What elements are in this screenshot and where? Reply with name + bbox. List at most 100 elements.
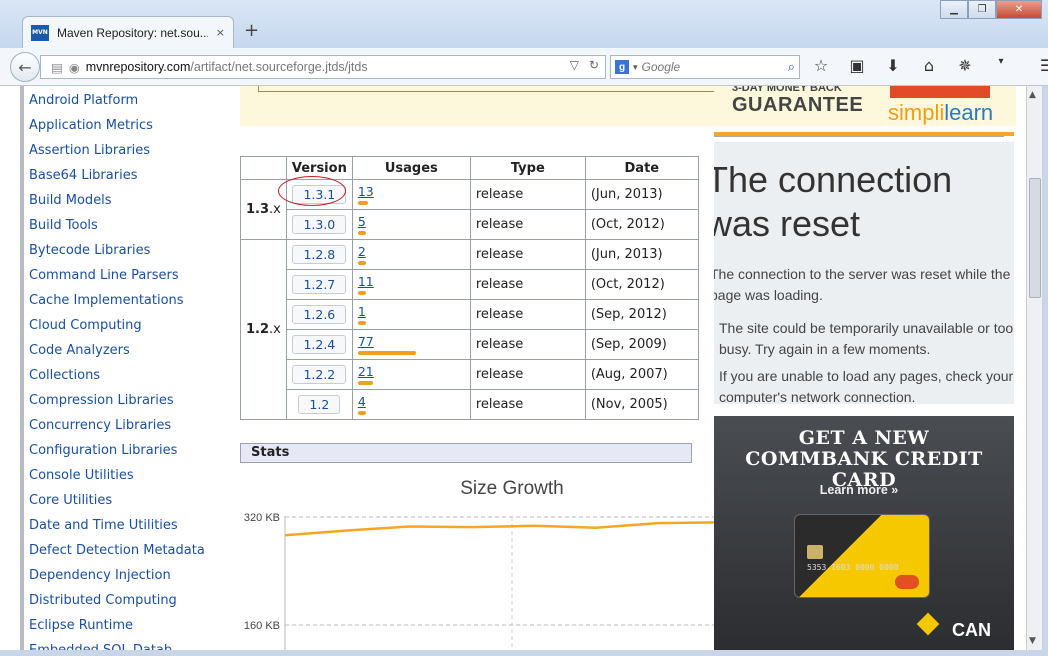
usages-cell: 2	[351, 239, 471, 270]
card-number: 5353 1603 0000 0000	[807, 563, 899, 572]
promo-red-bar[interactable]	[890, 86, 990, 98]
close-tab-icon[interactable]: ×	[216, 26, 225, 39]
col-header-type: Type	[469, 156, 586, 180]
reload-icon[interactable]: ↻	[589, 58, 599, 72]
usages-link[interactable]: 77	[358, 334, 374, 349]
menu-icon[interactable]: ☰	[1036, 56, 1048, 75]
new-tab-button[interactable]: +	[244, 20, 259, 41]
ad-logo-text: CAN	[952, 620, 991, 640]
addon-icon[interactable]: ✵	[954, 56, 976, 75]
search-bar[interactable]: g ▾ Google ⌕	[610, 55, 800, 79]
ad-learn-more-link[interactable]: Learn more »	[714, 483, 1004, 497]
version-link[interactable]: 1.2.7	[292, 275, 347, 294]
table-row: 1.2.7 11 release (Oct, 2012)	[241, 269, 699, 300]
sidebar-item-configuration-libraries[interactable]: Configuration Libraries	[29, 436, 220, 461]
url-bar[interactable]: ▤ ◉ mvnrepository.com/artifact/net.sourc…	[40, 55, 606, 79]
search-input[interactable]: Google	[642, 60, 784, 74]
maximize-button[interactable]: ❐	[968, 0, 996, 19]
page-scrollbar[interactable]: ▲ ▼	[1026, 86, 1042, 650]
browser-tab[interactable]: MVN Maven Repository: net.sou... ×	[22, 16, 234, 48]
sidebar-item-dependency-injection[interactable]: Dependency Injection	[29, 561, 220, 586]
sidebar-item-android-platform[interactable]: Android Platform	[29, 86, 220, 111]
usages-cell: 13	[351, 179, 471, 210]
google-icon[interactable]: g	[615, 60, 629, 74]
sidebar-item-code-analyzers[interactable]: Code Analyzers	[29, 336, 220, 361]
sidebar-item-distributed-computing[interactable]: Distributed Computing	[29, 586, 220, 611]
date-cell: (Jun, 2013)	[584, 179, 699, 210]
scroll-down-icon[interactable]: ▼	[1029, 636, 1036, 646]
sidebar-item-collections[interactable]: Collections	[29, 361, 220, 386]
sidebar-item-bytecode-libraries[interactable]: Bytecode Libraries	[29, 236, 220, 261]
usage-bar	[357, 231, 366, 235]
version-link[interactable]: 1.3.0	[292, 215, 347, 234]
sidebar-item-defect-detection-metadata[interactable]: Defect Detection Metadata	[29, 536, 220, 561]
sidebar-item-assertion-libraries[interactable]: Assertion Libraries	[29, 136, 220, 161]
title-bar: MVN Maven Repository: net.sou... × + ▁ ❐…	[0, 0, 1048, 48]
sidebar-item-cloud-computing[interactable]: Cloud Computing	[29, 311, 220, 336]
version-link[interactable]: 1.2	[298, 395, 341, 414]
window-close-button[interactable]: ✕	[996, 0, 1042, 19]
version-link[interactable]: 1.2.6	[292, 305, 347, 324]
col-header-usages: Usages	[351, 156, 471, 180]
sidebar-item-date-and-time-utilities[interactable]: Date and Time Utilities	[29, 511, 220, 536]
page-list-icon[interactable]: ▤	[51, 60, 63, 75]
ad-headline: GET A NEW COMMBANK CREDIT CARD	[714, 428, 1014, 491]
search-icon[interactable]: ⌕	[788, 59, 795, 75]
logo-part-a: simpl	[888, 100, 940, 125]
date-cell: (Aug, 2007)	[584, 359, 699, 390]
usages-cell: 4	[351, 389, 471, 420]
table-row: 1.2.4 77 release (Sep, 2009)	[241, 329, 699, 360]
url-path: /artifact/net.sourceforge.jtds/jtds	[190, 60, 368, 74]
sidebar-item-application-metrics[interactable]: Application Metrics	[29, 111, 220, 136]
version-link[interactable]: 1.2.2	[292, 365, 347, 384]
logo-part-c: learn	[944, 100, 994, 125]
sidebar-item-concurrency-libraries[interactable]: Concurrency Libraries	[29, 411, 220, 436]
date-cell: (Sep, 2012)	[584, 299, 699, 330]
type-cell: release	[469, 209, 586, 240]
usages-link[interactable]: 13	[358, 184, 374, 199]
version-link[interactable]: 1.2.4	[292, 335, 347, 354]
scroll-thumb[interactable]	[1029, 178, 1041, 298]
sidebar-item-core-utilities[interactable]: Core Utilities	[29, 486, 220, 511]
sidebar-item-eclipse-runtime[interactable]: Eclipse Runtime	[29, 611, 220, 636]
mvn-favicon-icon: MVN	[31, 24, 49, 41]
mastercard-icon	[895, 575, 919, 589]
scroll-up-icon[interactable]: ▲	[1029, 90, 1036, 100]
sidebar-item-build-tools[interactable]: Build Tools	[29, 211, 220, 236]
usages-link[interactable]: 11	[358, 274, 374, 289]
download-icon[interactable]: ⬇	[882, 56, 904, 75]
reading-list-icon[interactable]: ▣	[846, 56, 868, 75]
date-cell: (Sep, 2009)	[584, 329, 699, 360]
search-engine-dropdown-icon[interactable]: ▾	[633, 62, 638, 73]
usages-cell: 21	[351, 359, 471, 390]
sidebar-item-embedded-sql-datab[interactable]: Embedded SQL Datab...	[29, 636, 220, 650]
sidebar-item-base64-libraries[interactable]: Base64 Libraries	[29, 161, 220, 186]
group-label: 1.3	[246, 202, 270, 217]
sidebar-item-compression-libraries[interactable]: Compression Libraries	[29, 386, 220, 411]
dropdown-arrow-icon[interactable]: ▽	[570, 58, 579, 72]
sidebar-item-cache-implementations[interactable]: Cache Implementations	[29, 286, 220, 311]
promo-frame-line	[258, 86, 714, 92]
back-button[interactable]: ←	[10, 52, 40, 82]
usages-link[interactable]: 21	[358, 364, 374, 379]
money-back-small: 3-DAY MONEY BACK	[732, 86, 842, 94]
usages-link[interactable]: 1	[358, 304, 366, 319]
commbank-ad[interactable]: GET A NEW COMMBANK CREDIT CARD Learn mor…	[714, 416, 1014, 650]
sidebar-item-build-models[interactable]: Build Models	[29, 186, 220, 211]
sidebar-item-command-line-parsers[interactable]: Command Line Parsers	[29, 261, 220, 286]
usages-link[interactable]: 4	[358, 394, 366, 409]
group-label: 1.2	[246, 322, 270, 337]
minimize-button[interactable]: ▁	[940, 0, 968, 19]
usages-link[interactable]: 2	[358, 244, 366, 259]
series-line	[284, 521, 720, 537]
addon-dropdown-icon[interactable]: ▾	[990, 56, 1012, 75]
commbank-diamond-icon	[916, 612, 940, 636]
version-link[interactable]: 1.2.8	[292, 245, 347, 264]
home-icon[interactable]: ⌂	[918, 56, 940, 75]
money-back-guarantee: GUARANTEE	[732, 94, 864, 116]
bookmark-star-icon[interactable]: ☆	[810, 56, 832, 75]
date-cell: (Jun, 2013)	[584, 239, 699, 270]
sidebar-item-console-utilities[interactable]: Console Utilities	[29, 461, 220, 486]
type-cell: release	[469, 389, 586, 420]
usages-link[interactable]: 5	[358, 214, 366, 229]
